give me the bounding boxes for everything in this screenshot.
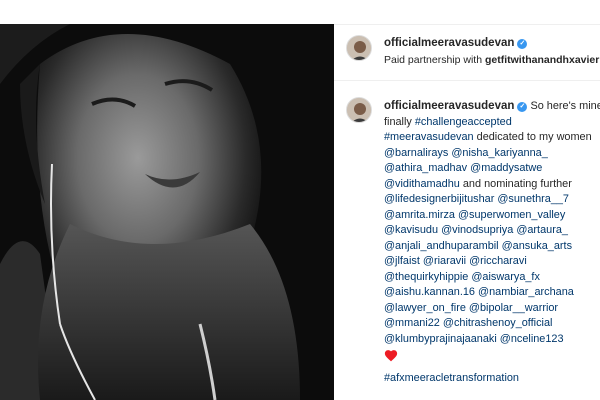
caption-link[interactable]: @anjali_andhuparambil [384,240,499,252]
caption-text-segment: So here's [530,100,577,112]
username-text[interactable]: officialmeeravasudevan [384,37,514,49]
caption-username-text[interactable]: officialmeeravasudevan [384,100,514,112]
caption-link[interactable]: @maddysatwe [470,162,542,174]
caption-link[interactable]: #meeravasudevan [384,131,474,143]
caption-link[interactable]: @sunethra__7 [497,193,569,205]
post-photo[interactable] [0,24,334,400]
caption-link[interactable]: @klumbyprajinajaanaki [384,333,497,345]
post-side-panel: officialmeeravasudevan ✓ Paid partnership… [334,24,600,400]
caption-text-segment: and [462,177,482,190]
caption-body: So here's mine finally #challengeaccepte… [384,100,600,345]
caption-link[interactable]: @nambiar_archana [478,286,574,298]
verified-badge-icon: ✓ [517,102,528,112]
photo-illustration [0,24,334,400]
paid-partnership-label: Paid partnership with [384,54,483,66]
caption-link[interactable]: @superwomen_valley [458,209,565,221]
caption-link[interactable]: @riccharavi [469,255,527,267]
caption-link[interactable]: @aiswarya_fx [471,271,540,283]
caption-link[interactable]: @lawyer_on_fire [384,302,466,314]
caption-link[interactable]: @ansuka_arts [502,240,572,252]
caption-username[interactable]: officialmeeravasudevan ✓ [384,100,528,112]
caption-link[interactable]: #challengeaccepted [415,116,512,128]
caption-link[interactable]: @barnalirays [384,147,448,159]
caption-link[interactable]: @chitrashenoy_official [443,317,553,329]
avatar[interactable] [346,35,372,61]
caption-link[interactable]: @lifedesignerbijitushar [384,193,494,205]
caption-link[interactable]: @vinodsupriya [441,224,513,236]
post-username[interactable]: officialmeeravasudevan ✓ [384,37,528,49]
paid-partnership-line: Paid partnership with getfitwithanandhxa… [384,54,599,66]
verified-badge-icon: ✓ [517,39,528,49]
final-hashtag-link[interactable]: #afxmeeracletransformation [384,371,600,387]
caption-text-segment: dedicated to my [476,131,554,143]
caption-link[interactable]: @kavisudu [384,224,438,236]
caption-avatar[interactable] [346,97,372,123]
caption-link[interactable]: @thequirkyhippie [384,271,468,283]
caption-text-segment: nominating further [484,177,572,190]
caption-link[interactable]: @riaravii [423,255,466,267]
caption-link[interactable]: @aishu.kannan.16 [384,286,475,298]
caption-link[interactable]: @jlfaist [384,255,420,267]
caption-link[interactable]: @amrita.mirza [384,209,455,221]
red-heart-icon [384,350,398,362]
caption-link[interactable]: @bipolar__warrior [469,302,558,314]
caption-text: officialmeeravasudevan ✓ So here's mine f… [384,99,600,387]
caption-link[interactable]: @nceline123 [500,333,564,345]
post-header: officialmeeravasudevan ✓ Paid partnership… [334,25,600,81]
caption-link[interactable]: @nisha_kariyanna_ [451,147,547,159]
caption-link[interactable]: @athira_madhav [384,162,467,174]
caption-text-segment: women [556,131,592,143]
caption-link[interactable]: @mmani22 [384,317,440,329]
caption-link[interactable]: @vidithamadhu [384,178,460,190]
partner-link[interactable]: getfitwithanandhxavier [485,54,599,66]
caption-link[interactable]: @artaura_ [516,224,568,236]
